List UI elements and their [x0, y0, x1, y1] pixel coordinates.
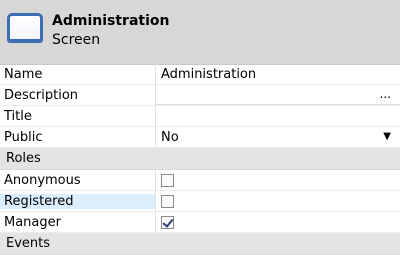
property-label: Description — [4, 87, 79, 103]
role-row-registered[interactable]: Registered — [0, 191, 400, 212]
property-row-description[interactable]: Description ... — [0, 85, 400, 106]
screen-icon — [7, 13, 43, 43]
public-value: No — [161, 129, 179, 145]
role-label: Registered — [0, 193, 155, 209]
role-label: Anonymous — [4, 172, 81, 188]
property-label: Public — [4, 129, 43, 145]
title-field[interactable] — [156, 106, 400, 126]
roles-section-header[interactable]: Roles — [0, 148, 400, 170]
property-label: Title — [4, 108, 32, 124]
property-row-name[interactable]: Name Administration — [0, 64, 400, 85]
properties-grid: Name Administration Description ... Titl… — [0, 64, 400, 255]
description-field[interactable]: ... — [156, 85, 400, 105]
property-row-title[interactable]: Title — [0, 106, 400, 127]
chevron-down-icon[interactable]: ▼ — [383, 131, 391, 142]
events-section-header[interactable]: Events — [0, 233, 400, 255]
name-value[interactable]: Administration — [156, 64, 400, 84]
header: Administration Screen — [0, 0, 400, 65]
role-row-anonymous[interactable]: Anonymous — [0, 170, 400, 191]
registered-checkbox[interactable] — [161, 194, 174, 208]
public-dropdown[interactable]: No ▼ — [156, 127, 400, 147]
role-row-manager[interactable]: Manager — [0, 212, 400, 233]
anonymous-checkbox[interactable] — [161, 173, 174, 187]
role-label: Manager — [4, 214, 61, 230]
property-row-public[interactable]: Public No ▼ — [0, 127, 400, 148]
element-title: Administration — [52, 13, 170, 29]
element-type: Screen — [52, 32, 101, 48]
property-label: Name — [4, 66, 43, 82]
ellipsis-button[interactable]: ... — [380, 87, 391, 101]
manager-checkbox[interactable] — [161, 215, 174, 229]
